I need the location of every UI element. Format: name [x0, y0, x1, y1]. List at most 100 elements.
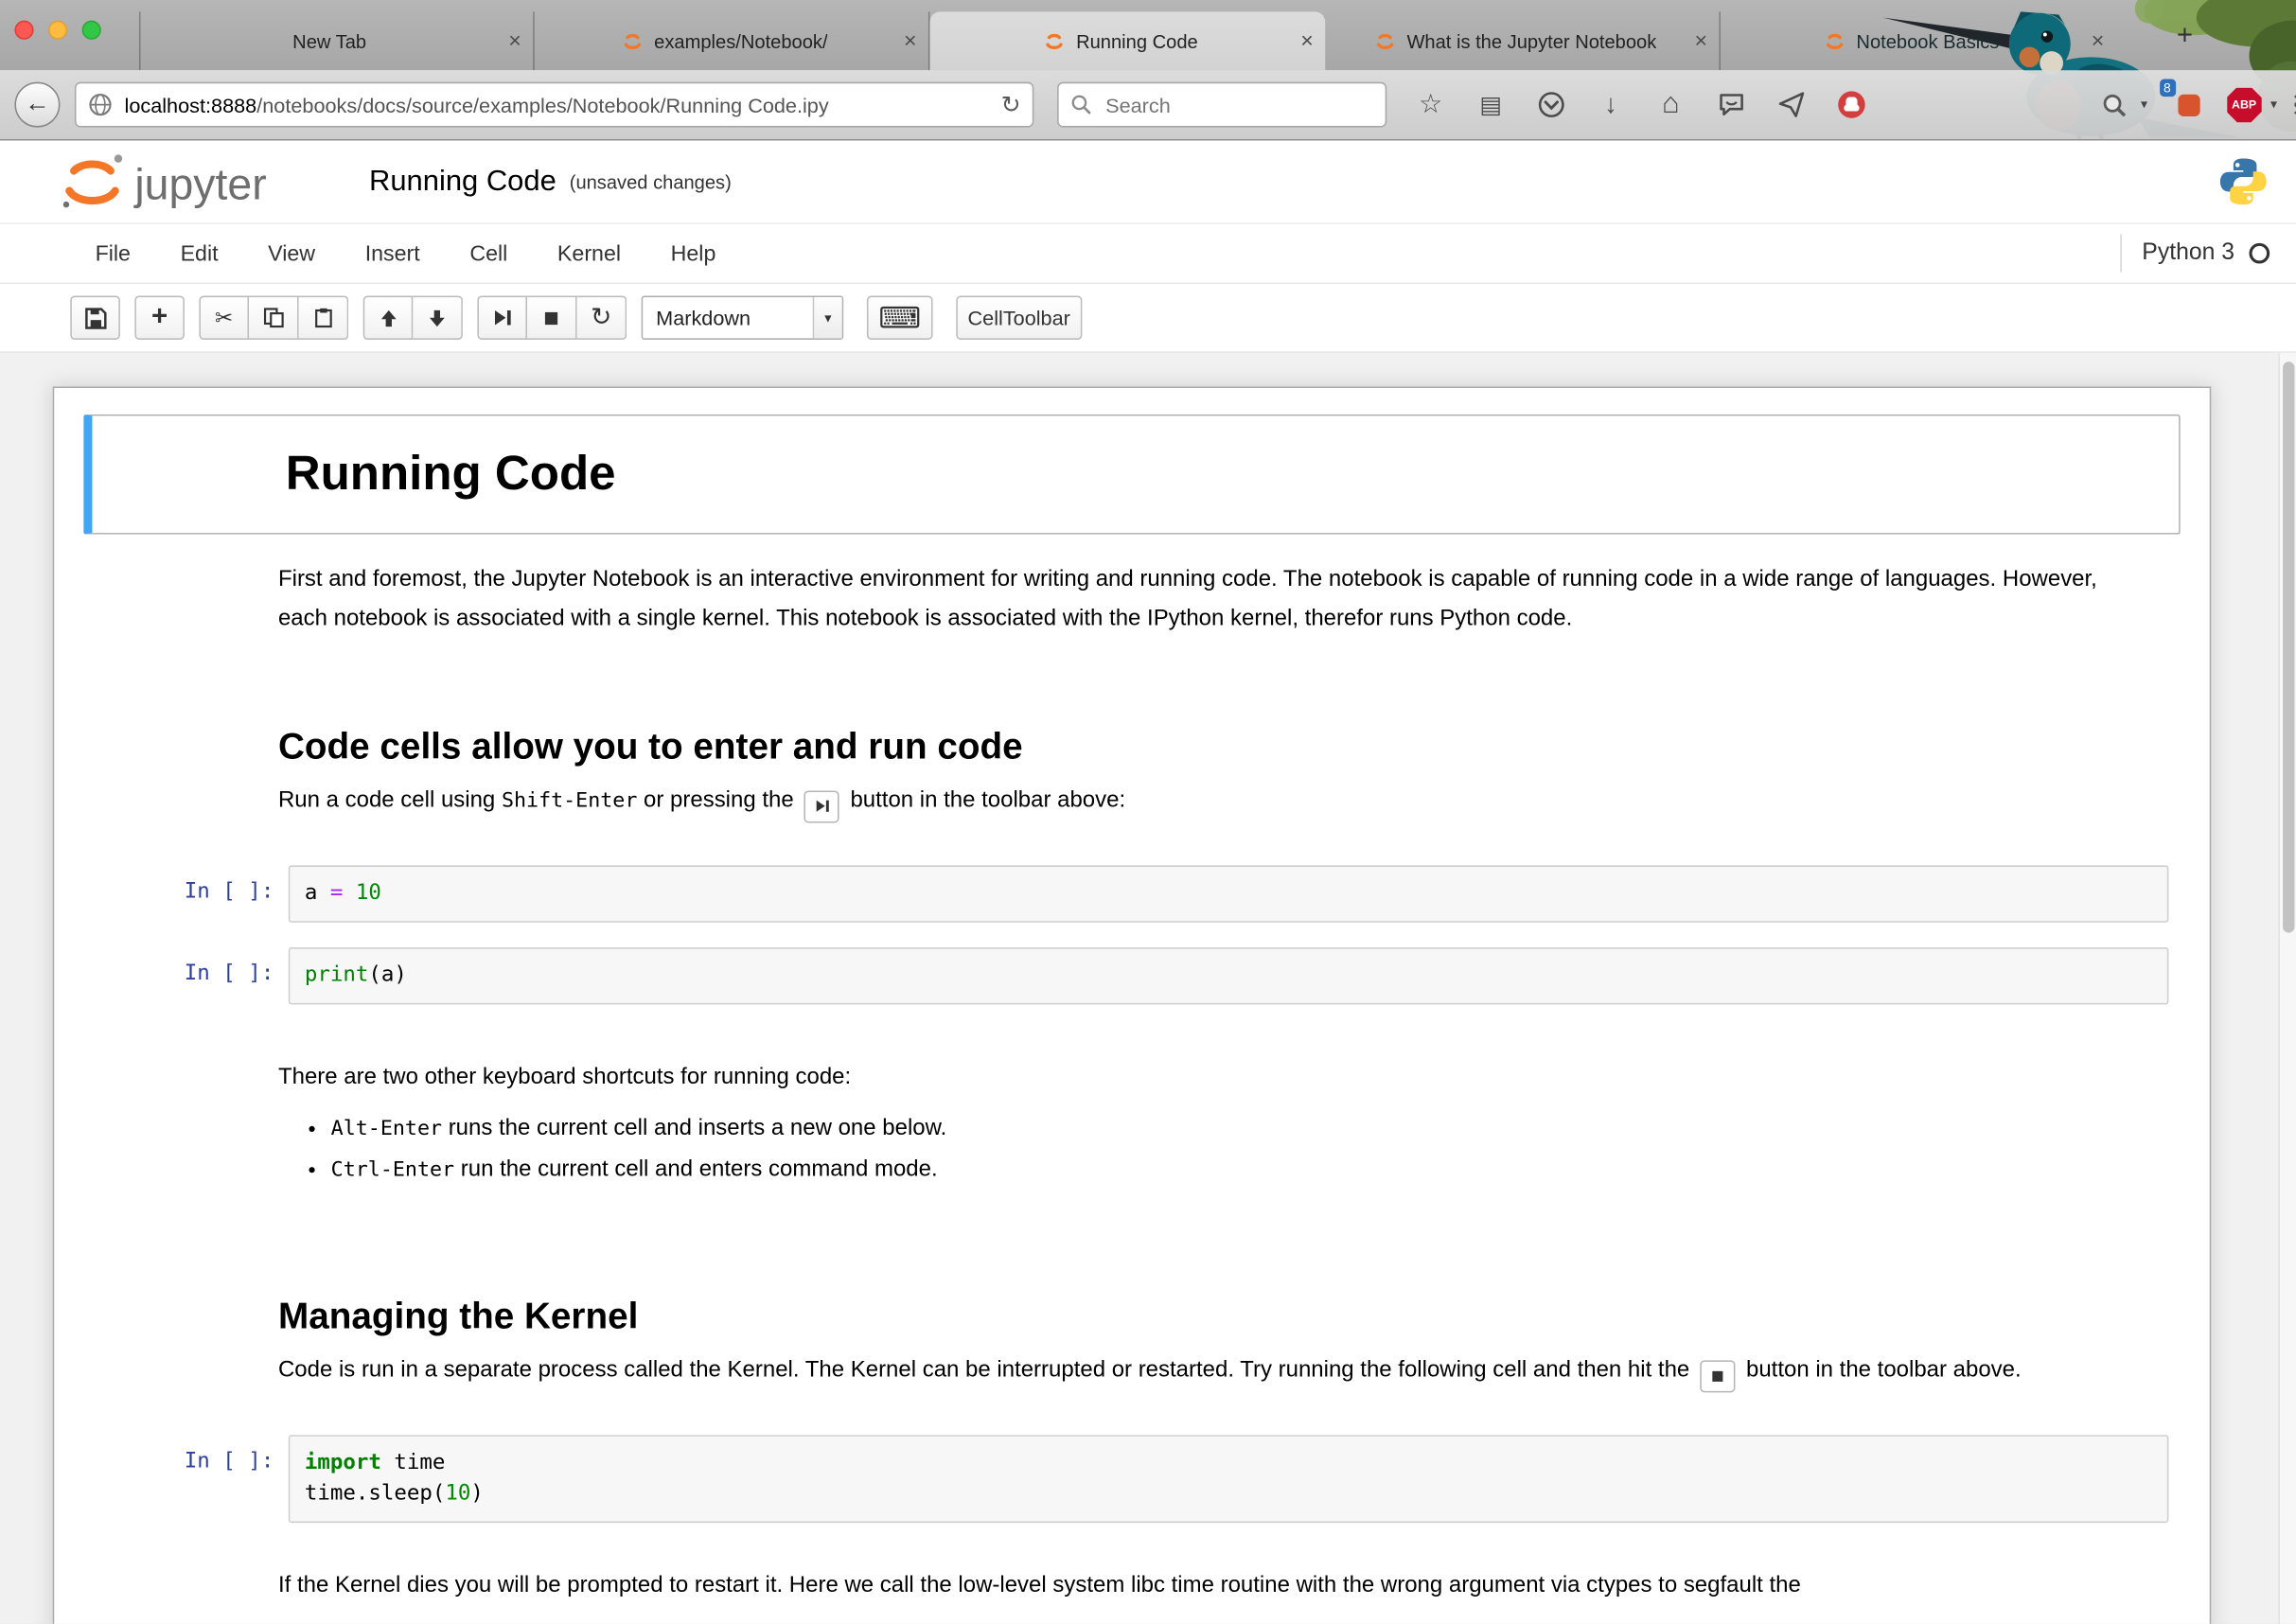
interrupt-kernel-button[interactable]: [527, 296, 577, 340]
home-icon[interactable]: ⌂: [1648, 81, 1695, 129]
abp-icon[interactable]: ABP: [2220, 81, 2268, 129]
copy-cell-button[interactable]: [249, 296, 299, 340]
jupyter-favicon: [1043, 29, 1067, 53]
markdown-cell-kernel[interactable]: Managing the Kernel Code is run in a sep…: [83, 1232, 2181, 1417]
jupyter-favicon: [621, 29, 645, 53]
bookmark-star-icon[interactable]: ☆: [1407, 81, 1455, 129]
tab-examples-notebook[interactable]: examples/Notebook/ ×: [535, 11, 930, 70]
input-prompt: In [ ]:: [96, 946, 289, 984]
close-icon[interactable]: ×: [508, 30, 521, 52]
zoom-window-button[interactable]: [82, 21, 101, 40]
insert-cell-button[interactable]: +: [134, 296, 185, 340]
close-icon[interactable]: ×: [2092, 30, 2105, 52]
command-palette-button[interactable]: ⌨: [867, 296, 932, 340]
menu-file[interactable]: File: [70, 223, 155, 283]
select-caret-icon[interactable]: ▼: [813, 297, 842, 338]
cell-toolbar-button[interactable]: CellToolbar: [956, 296, 1082, 340]
jupyter-favicon: [1373, 29, 1397, 53]
reading-list-icon[interactable]: ▤: [1467, 81, 1514, 129]
reload-icon[interactable]: ↻: [1001, 90, 1021, 119]
notebook-h2-code-cells: Code cells allow you to enter and run co…: [278, 726, 2152, 768]
back-button[interactable]: ←: [14, 82, 60, 128]
menu-kernel[interactable]: Kernel: [533, 223, 646, 283]
notebook-toolbar: + ✂: [0, 284, 2296, 353]
cut-cell-button[interactable]: ✂: [199, 296, 249, 340]
markdown-cell-shortcuts[interactable]: There are two other keyboard shortcuts f…: [83, 1032, 2181, 1209]
tab-running-code-active[interactable]: Running Code ×: [929, 11, 1325, 70]
page-scrollbar[interactable]: [2278, 353, 2296, 1624]
chevron-down-icon[interactable]: ▾: [2141, 97, 2147, 113]
input-prompt: In [ ]:: [96, 1434, 289, 1472]
chat-icon[interactable]: [1707, 81, 1755, 129]
move-cell-down-button[interactable]: [413, 296, 463, 340]
notebook-container: Running Code First and foremost, the Jup…: [53, 386, 2212, 1623]
save-button[interactable]: [70, 296, 120, 340]
run-icon: [492, 308, 513, 328]
share-icon[interactable]: [1767, 81, 1814, 129]
paste-icon: [312, 308, 333, 328]
kernel-paragraph: Code is run in a separate process called…: [278, 1350, 2152, 1392]
tab-what-is-jupyter[interactable]: What is the Jupyter Notebook ×: [1325, 11, 1721, 70]
code-cell-import-time[interactable]: In [ ]: import time time.sleep(10): [83, 1427, 2181, 1529]
new-tab-button[interactable]: +: [2164, 21, 2205, 56]
copy-icon: [263, 308, 284, 328]
close-icon[interactable]: ×: [1694, 30, 1707, 52]
window-controls: [14, 21, 100, 40]
restart-kernel-button[interactable]: ↻: [577, 296, 627, 340]
tab-notebook-basics[interactable]: Notebook Basics ×: [1721, 11, 2116, 70]
tab-title: Notebook Basics: [1856, 30, 1999, 52]
notebook-h2-kernel: Managing the Kernel: [278, 1295, 2152, 1337]
autosave-status: (unsaved changes): [570, 170, 732, 192]
tab-new-tab[interactable]: New Tab ×: [139, 11, 535, 70]
jupyter-logo-icon: [59, 150, 126, 212]
blocked-count-badge: 8: [2159, 79, 2175, 97]
adblock-counter-icon[interactable]: 8: [2165, 81, 2213, 129]
jupyter-logo[interactable]: jupyter: [59, 150, 267, 212]
markdown-cell-segfault[interactable]: If the Kernel dies you will be prompted …: [83, 1540, 2181, 1624]
markdown-cell-intro[interactable]: First and foremost, the Jupyter Notebook…: [83, 535, 2181, 663]
close-window-button[interactable]: [14, 21, 33, 40]
url-bar[interactable]: localhost:8888/notebooks/docs/source/exa…: [75, 82, 1033, 128]
adblock-hand-icon[interactable]: [1828, 81, 1875, 129]
menu-cell[interactable]: Cell: [445, 223, 533, 283]
menu-insert[interactable]: Insert: [340, 223, 445, 283]
nav-icon-row: ☆ ▤ ↓ ⌂: [1407, 81, 1875, 129]
kbd-shift-enter: Shift-Enter: [502, 789, 637, 813]
scrollbar-thumb[interactable]: [2283, 362, 2294, 932]
menu-edit[interactable]: Edit: [155, 223, 243, 283]
markdown-cell-code-cells[interactable]: Code cells allow you to enter and run co…: [83, 663, 2181, 847]
chevron-down-icon[interactable]: ▾: [2270, 97, 2277, 113]
move-cell-up-button[interactable]: [363, 296, 414, 340]
menu-help[interactable]: Help: [645, 223, 740, 283]
tab-strip: New Tab × examples/Notebook/ × Running C…: [139, 11, 2116, 70]
search-input[interactable]: [1103, 92, 1351, 118]
run-button-inline-icon: [804, 790, 839, 822]
minimize-window-button[interactable]: [48, 21, 67, 40]
notebook-title[interactable]: Running Code: [369, 165, 556, 199]
code-cell-print-a[interactable]: In [ ]: print(a): [83, 940, 2181, 1012]
menu-view[interactable]: View: [243, 223, 341, 283]
jupyter-page: jupyter Running Code (unsaved changes) F…: [0, 141, 2296, 1624]
tab-title: New Tab: [292, 30, 366, 52]
code-editor[interactable]: import time time.sleep(10): [289, 1434, 2169, 1522]
search-bar[interactable]: [1057, 82, 1386, 128]
zoom-extension-icon[interactable]: [2091, 81, 2138, 129]
run-instruction-paragraph: Run a code cell using Shift-Enter or pre…: [278, 781, 2152, 822]
run-cell-button[interactable]: [477, 296, 527, 340]
stop-button-inline-icon: [1701, 1360, 1736, 1392]
cell-type-select[interactable]: Markdown ▼: [642, 296, 844, 340]
code-editor[interactable]: print(a): [289, 946, 2169, 1003]
pocket-icon[interactable]: [1528, 81, 1575, 129]
python-logo-icon: [2217, 155, 2270, 208]
download-icon[interactable]: ↓: [1587, 81, 1634, 129]
stop-icon: [541, 309, 560, 327]
extension-icon-group: ▾ 8 ABP ▾: [2091, 81, 2296, 129]
kernel-indicator-zone: Python 3: [2120, 235, 2270, 273]
code-cell-a-equals-10[interactable]: In [ ]: a = 10: [83, 857, 2181, 929]
paste-cell-button[interactable]: [299, 296, 349, 340]
code-editor[interactable]: a = 10: [289, 865, 2169, 922]
close-icon[interactable]: ×: [1300, 30, 1314, 52]
notebook-menubar: File Edit View Insert Cell Kernel Help P…: [0, 222, 2296, 284]
close-icon[interactable]: ×: [904, 30, 917, 52]
markdown-cell-title-selected[interactable]: Running Code: [83, 415, 2181, 535]
